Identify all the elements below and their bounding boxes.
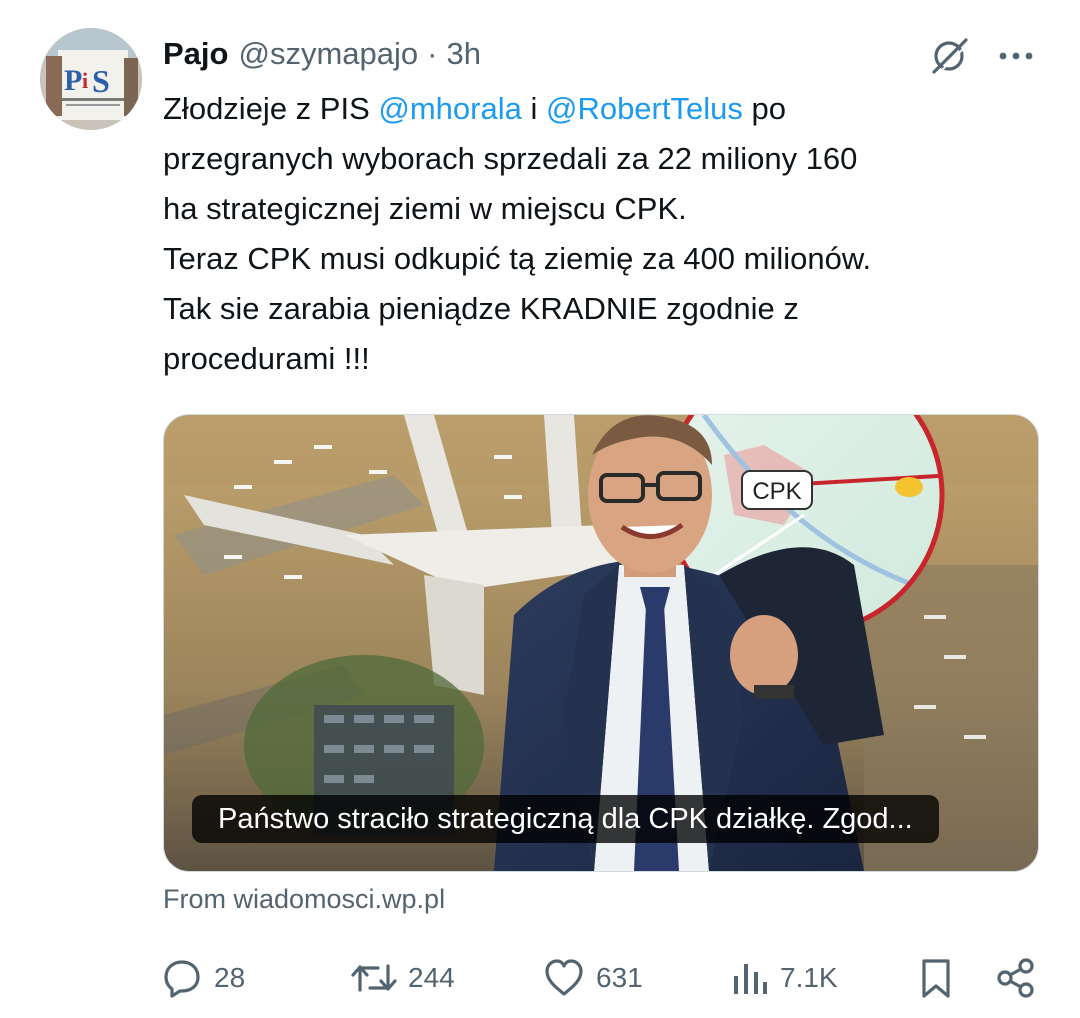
map-label: CPK [752, 478, 801, 505]
tweet-timestamp[interactable]: 3h [446, 36, 480, 72]
grok-icon[interactable] [928, 34, 972, 78]
tweet-text-line-2: przegranych wyborach sprzedali za 22 mil… [163, 141, 858, 176]
repost-button[interactable]: 244 [350, 952, 455, 1004]
svg-text:P: P [64, 64, 82, 97]
tweet-action-bar: 28 244 631 7.1K [160, 952, 1040, 1004]
views-icon [734, 964, 767, 994]
more-options-icon[interactable] [994, 34, 1038, 78]
repost-count: 244 [408, 962, 455, 993]
tweet-text: Złodzieje z PIS @mhorala i @RobertTelus … [163, 84, 1043, 384]
like-button[interactable]: 631 [542, 952, 643, 1004]
reply-button[interactable]: 28 [160, 952, 245, 1004]
mention-link[interactable]: @mhorala [378, 91, 521, 126]
tweet-text-line-1: Złodzieje z PIS @mhorala i @RobertTelus … [163, 84, 1043, 134]
reply-count: 28 [214, 962, 246, 993]
tweet-text-line-6: procedurami !!! [163, 341, 370, 376]
views-count: 7.1K [780, 962, 838, 993]
share-icon [997, 958, 1034, 998]
author-name[interactable]: Pajo [163, 36, 228, 72]
like-count: 631 [596, 962, 643, 993]
repost-icon [351, 964, 397, 992]
mention-link[interactable]: @RobertTelus [546, 91, 743, 126]
tweet-text-line-5: Tak sie zarabia pieniądze KRADNIE zgodni… [163, 291, 799, 326]
bookmark-button[interactable] [916, 952, 956, 1004]
avatar[interactable]: P i S [40, 28, 142, 130]
tweet-text-segment: Złodzieje z PIS [163, 91, 379, 126]
separator-dot: · [427, 36, 438, 71]
tweet-text-segment: i [521, 91, 546, 126]
card-source[interactable]: From wiadomosci.wp.pl [163, 884, 445, 915]
author-handle[interactable]: @szymapajo [238, 36, 418, 72]
tweet-text-line-4: Teraz CPK musi odkupić tą ziemię za 400 … [163, 241, 872, 276]
card-caption: Państwo straciło strategiczną dla CPK dz… [192, 795, 939, 843]
views-button[interactable]: 7.1K [730, 952, 838, 1004]
avatar-image: P i S [40, 28, 142, 130]
tweet-text-line-3: ha strategicznej ziemi w miejscu CPK. [163, 191, 687, 226]
like-icon [545, 959, 583, 996]
svg-text:S: S [92, 63, 110, 99]
tweet-text-segment: po [742, 91, 786, 126]
tweet-header: Pajo @szymapajo · 3h [163, 32, 481, 76]
reply-icon [164, 960, 200, 998]
bookmark-icon [922, 959, 950, 998]
svg-text:i: i [82, 68, 88, 93]
share-button[interactable] [994, 952, 1038, 1004]
link-card[interactable]: CPK Państwo straciło strategiczną dla CP… [163, 414, 1039, 872]
